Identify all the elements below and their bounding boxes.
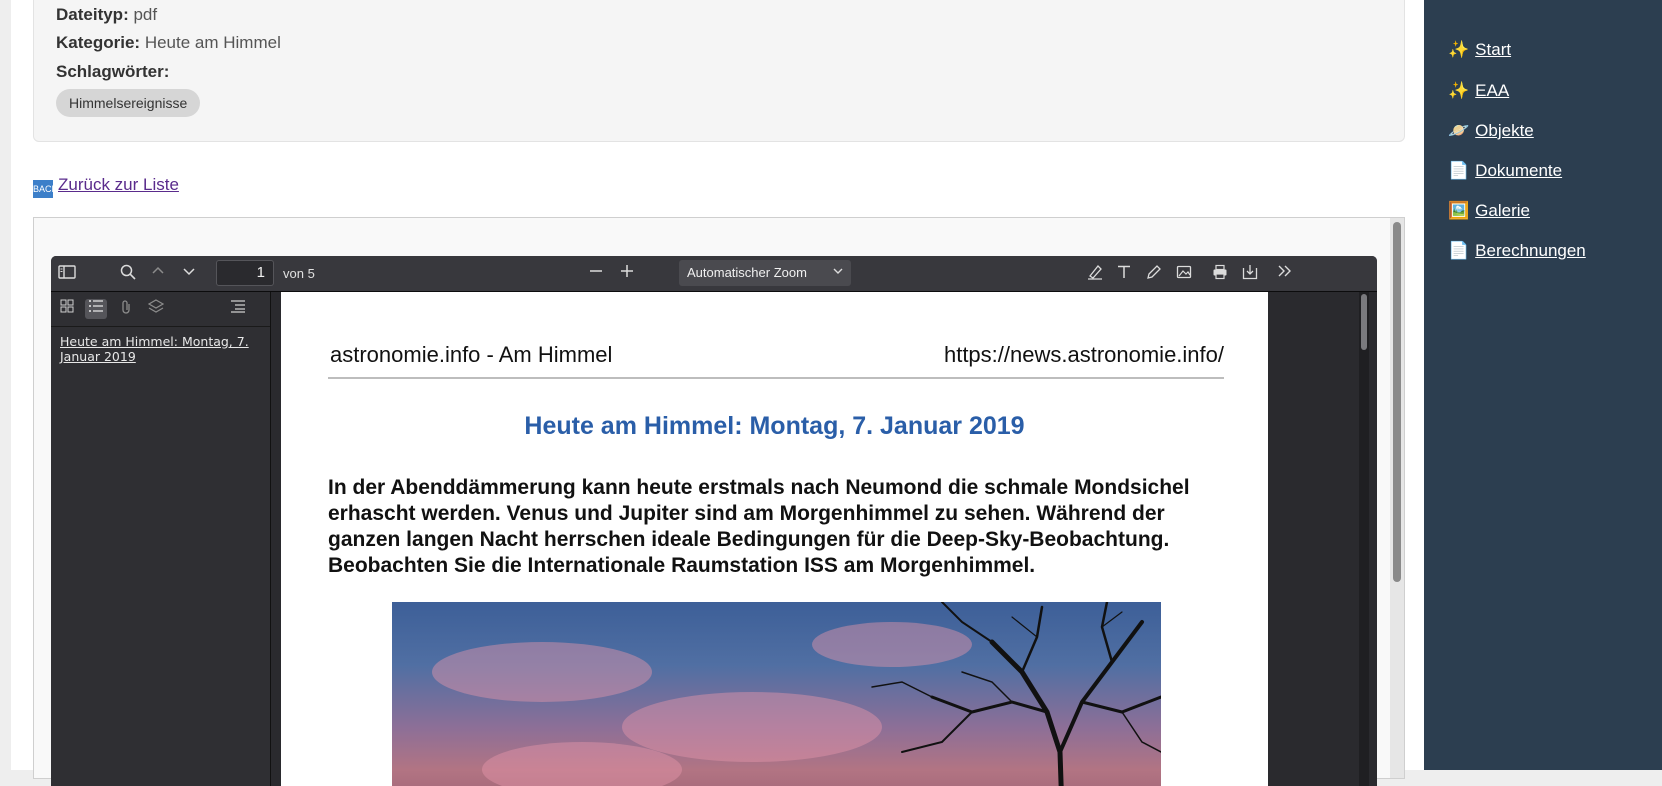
document-icon: 📄 [1448,161,1470,180]
outline-item[interactable]: Heute am Himmel: Montag, 7. Januar 2019 [60,334,250,364]
nav-item-label: Dokumente [1475,161,1563,180]
more-tools-icon[interactable] [1275,264,1295,284]
pdf-scrollbar[interactable] [1359,292,1369,786]
sky-photo [392,602,1161,786]
pdf-scroll-thumb[interactable] [1361,294,1367,350]
pdf-header-rule [328,377,1224,379]
tags-row: Schlagwörter: [56,62,169,82]
category-row: Kategorie: Heute am Himmel [56,33,281,53]
next-page-icon[interactable] [179,264,199,284]
nav-item-label: EAA [1475,81,1510,100]
pdf-page: astronomie.info - Am Himmel https://news… [281,292,1268,786]
sparkles-icon: ✨ [1448,40,1470,59]
iframe-scrollbar[interactable] [1390,218,1404,778]
pdf-iframe: 1 von 5 Automatischer Zoom Heute am Himm… [33,217,1405,786]
zoom-in-icon[interactable] [617,264,637,284]
nav-item-dokumente[interactable]: 📄 Dokumente [1448,161,1562,181]
pdf-lead-paragraph: In der Abenddämmerung kann heute erstmal… [328,476,1190,577]
zoom-select-value: Automatischer Zoom [687,265,807,280]
side-navigation: ✨ Start ✨ EAA 🪐 Objekte 📄 Dokumente 🖼️ Galeri… [1424,0,1662,770]
pdf-header-left: astronomie.info - Am Himmel [330,342,613,367]
nav-item-berechnungen[interactable]: 📄 Berechnungen [1448,241,1586,261]
page-count: von 5 [283,266,315,281]
search-icon[interactable] [118,264,138,284]
planet-icon: 🪐 [1448,121,1470,140]
chevron-down-icon [833,260,843,286]
text-annotation-icon[interactable] [1114,264,1134,284]
picture-icon: 🖼️ [1448,201,1470,220]
outline-icon[interactable] [85,299,107,319]
nav-item-galerie[interactable]: 🖼️ Galerie [1448,201,1530,221]
draw-icon[interactable] [1144,264,1164,284]
iframe-scroll-thumb[interactable] [1393,222,1401,582]
nav-item-start[interactable]: ✨ Start [1448,40,1511,60]
nav-item-eaa[interactable]: ✨ EAA [1448,81,1509,101]
nav-item-objekte[interactable]: 🪐 Objekte [1448,121,1534,141]
nav-item-label: Berechnungen [1475,241,1586,260]
tags-label: Schlagwörter: [56,62,170,81]
previous-page-icon[interactable] [148,264,168,284]
image-icon[interactable] [1174,264,1194,284]
back-link-label: Zurück zur Liste [58,175,179,194]
back-icon: BACK [33,180,58,198]
pdf-toolbar: 1 von 5 Automatischer Zoom [51,256,1377,292]
category-value: Heute am Himmel [144,33,281,52]
category-label: Kategorie: [56,33,141,52]
current-outline-item-icon[interactable] [227,299,249,319]
layers-icon[interactable] [145,299,167,319]
nav-item-label: Galerie [1475,201,1530,220]
tree-silhouette [871,602,1161,786]
download-icon[interactable] [1240,264,1260,284]
nav-item-label: Objekte [1475,121,1534,140]
pdf-sidebar-tools [51,292,270,327]
document-icon: 📄 [1448,241,1470,260]
pdf-title: Heute am Himmel: Montag, 7. Januar 2019 [524,412,1025,440]
pdf-header-right: https://news.astronomie.info/ [943,342,1224,367]
filetype-label: Dateityp: [56,5,129,24]
nav-item-label: Start [1475,40,1512,59]
main-content: Dateityp: pdf Kategorie: Heute am Himmel… [11,0,1424,786]
print-icon[interactable] [1210,264,1230,284]
sidebar-toggle-icon[interactable] [57,264,77,284]
pdf-document-area: astronomie.info - Am Himmel https://news… [271,292,1377,786]
filetype-value: pdf [133,5,158,24]
page-number-input[interactable]: 1 [216,260,274,286]
back-to-list-link[interactable]: BACKZurück zur Liste [33,175,179,198]
attachments-icon[interactable] [115,299,137,319]
zoom-out-icon[interactable] [586,264,606,284]
pdf-sidebar: Heute am Himmel: Montag, 7. Januar 2019 [51,292,271,786]
filetype-row: Dateityp: pdf [56,5,157,25]
tag-badge[interactable]: Himmelsereignisse [56,89,201,117]
document-meta-panel: Dateityp: pdf Kategorie: Heute am Himmel… [33,0,1405,142]
highlight-icon[interactable] [1085,264,1105,284]
zoom-select[interactable]: Automatischer Zoom [679,260,851,286]
pdf-viewer: 1 von 5 Automatischer Zoom Heute am Himm… [51,256,1377,786]
thumbnails-icon[interactable] [56,299,78,319]
sparkles-icon: ✨ [1448,81,1470,100]
